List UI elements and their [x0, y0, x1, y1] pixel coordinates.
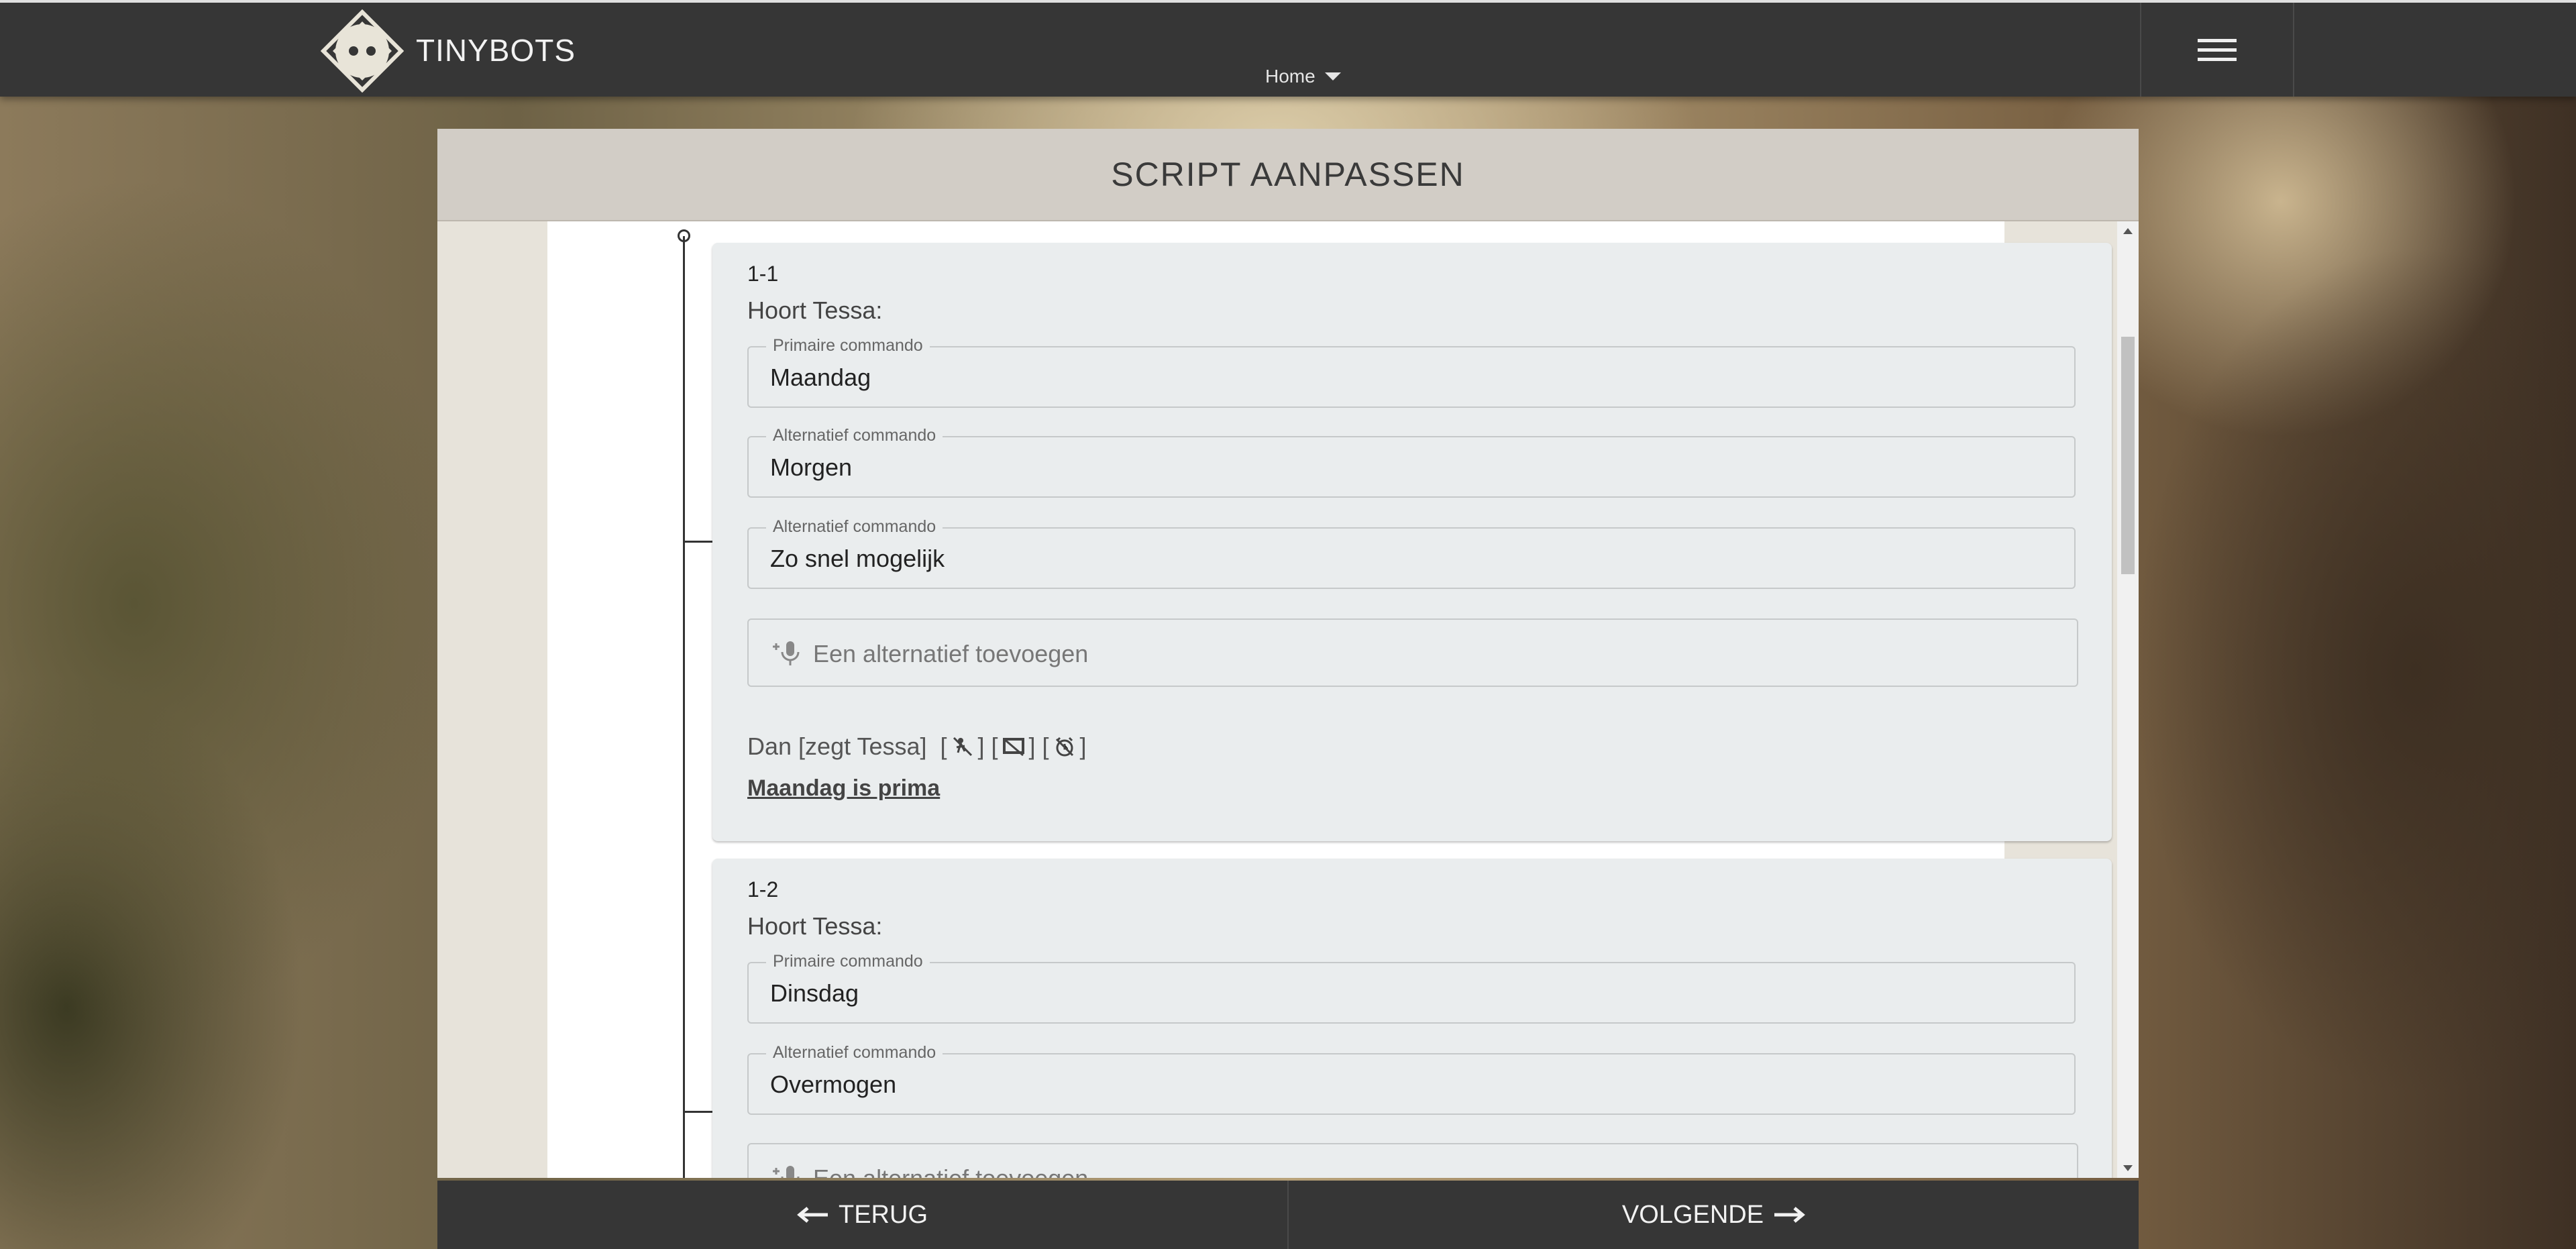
add-alternative-placeholder: Een alternatief toevoegen — [813, 640, 1089, 667]
home-dropdown[interactable]: Home — [1265, 66, 1341, 87]
tinybots-logo-icon[interactable] — [320, 9, 405, 93]
alternative-command-value[interactable]: Overmogen — [770, 1071, 2045, 1099]
timeline-tick — [684, 1111, 712, 1113]
add-mic-icon — [773, 641, 800, 665]
scroll-up-icon[interactable] — [2123, 228, 2133, 234]
add-alternative-input[interactable]: Een alternatief toevoegen — [747, 618, 2078, 687]
tessa-says-link[interactable]: Maandag is prima — [747, 775, 940, 802]
then-says-line: Dan [zegt Tessa] [ ] [ ] [] — [747, 732, 1087, 760]
primary-command-value[interactable]: Maandag — [770, 364, 2045, 392]
vertical-scrollbar[interactable] — [2117, 221, 2139, 1178]
alternative-command-field[interactable]: Alternatief commando Zo snel mogelijk — [747, 517, 2076, 589]
chevron-down-icon — [1324, 72, 1341, 80]
top-bar: TINYBOTS Home — [0, 0, 2576, 97]
no-screen-icon[interactable] — [1002, 735, 1025, 758]
scroll-down-icon[interactable] — [2123, 1165, 2133, 1171]
alternative-command-field[interactable]: Alternatief commando Overmogen — [747, 1043, 2076, 1115]
alternative-command-value[interactable]: Morgen — [770, 453, 2045, 482]
script-content: 1-1 Hoort Tessa: Primaire commando Maand… — [547, 221, 2112, 1178]
primary-command-field[interactable]: Primaire commando Dinsdag — [747, 952, 2076, 1024]
next-button[interactable]: VOLGENDE — [1287, 1181, 2139, 1249]
hears-label: Hoort Tessa: — [747, 912, 883, 940]
primary-command-value[interactable]: Dinsdag — [770, 979, 2045, 1008]
then-says-label: Dan [zegt Tessa] — [747, 732, 927, 760]
footer-nav: TERUG VOLGENDE — [437, 1181, 2139, 1249]
timeline-tick — [684, 541, 712, 543]
arrow-left-icon — [797, 1207, 828, 1223]
no-move-icon[interactable] — [951, 735, 974, 758]
add-mic-icon — [773, 1166, 800, 1178]
field-label: Alternatief commando — [766, 1043, 943, 1063]
back-button[interactable]: TERUG — [437, 1181, 1287, 1249]
back-button-label: TERUG — [839, 1200, 928, 1229]
hamburger-menu-icon — [2198, 33, 2237, 67]
field-label: Primaire commando — [766, 952, 930, 971]
panel-header: SCRIPT AANPASSEN — [437, 129, 2139, 221]
field-label: Alternatief commando — [766, 426, 943, 445]
menu-button[interactable] — [2140, 3, 2294, 97]
script-step-card: 1-2 Hoort Tessa: Primaire commando Dinsd… — [712, 859, 2112, 1178]
no-alarm-icon[interactable] — [1053, 735, 1076, 758]
field-label: Primaire commando — [766, 336, 930, 356]
timeline-line — [683, 236, 685, 1178]
alternative-command-field[interactable]: Alternatief commando Morgen — [747, 426, 2076, 498]
add-alternative-placeholder: Een alternatief toevoegen — [813, 1164, 1088, 1178]
next-button-label: VOLGENDE — [1621, 1200, 1764, 1229]
add-alternative-input[interactable]: Een alternatief toevoegen — [747, 1143, 2078, 1178]
alternative-command-value[interactable]: Zo snel mogelijk — [770, 545, 2045, 573]
panel-body: 1-1 Hoort Tessa: Primaire commando Maand… — [437, 221, 2139, 1178]
hears-label: Hoort Tessa: — [747, 296, 883, 324]
step-code: 1-2 — [747, 877, 779, 902]
field-label: Alternatief commando — [766, 517, 943, 537]
arrow-right-icon — [1774, 1207, 1805, 1223]
primary-command-field[interactable]: Primaire commando Maandag — [747, 336, 2076, 408]
script-step-card: 1-1 Hoort Tessa: Primaire commando Maand… — [712, 243, 2112, 841]
home-dropdown-label: Home — [1265, 66, 1316, 87]
scrollbar-thumb[interactable] — [2121, 337, 2135, 574]
script-panel: SCRIPT AANPASSEN 1-1 Hoort Tessa: Primai… — [437, 129, 2139, 1249]
page-title: SCRIPT AANPASSEN — [1111, 156, 1465, 193]
step-code: 1-1 — [747, 262, 779, 286]
brand-name: TINYBOTS — [416, 33, 576, 68]
